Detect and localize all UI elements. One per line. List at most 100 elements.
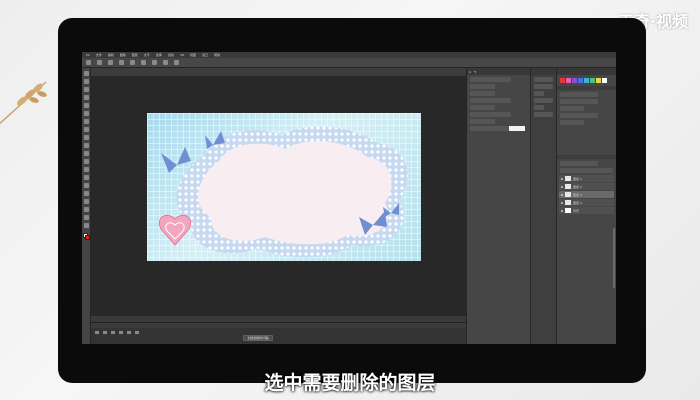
tab-paragraph[interactable]: ¶ <box>474 70 476 74</box>
transform-h-field[interactable] <box>560 99 599 104</box>
auto-select-checkbox[interactable] <box>108 60 113 65</box>
panel-scrollbar[interactable] <box>613 228 615 288</box>
transform-w-field[interactable] <box>560 92 599 97</box>
eraser-tool-icon[interactable] <box>83 151 89 156</box>
pen-tool-icon[interactable] <box>83 183 89 188</box>
library-item[interactable] <box>534 77 553 82</box>
distribute-icon[interactable] <box>152 60 157 65</box>
swatches-panel <box>557 75 616 86</box>
lasso-tool-icon[interactable] <box>83 87 89 92</box>
layer-row-selected[interactable]: 图层 3 <box>559 191 614 198</box>
color-swatch[interactable] <box>590 78 595 83</box>
menu-item[interactable]: 视图 <box>190 53 196 57</box>
library-item[interactable] <box>534 98 553 103</box>
align-icon[interactable] <box>130 60 135 65</box>
tab-character[interactable]: A <box>469 70 471 74</box>
first-frame-icon[interactable] <box>95 331 99 334</box>
color-swatch[interactable] <box>596 78 601 83</box>
transform-angle-field[interactable] <box>560 106 584 111</box>
marquee-tool-icon[interactable] <box>83 79 89 84</box>
layer-row[interactable]: 图层 1 <box>559 175 614 182</box>
library-item[interactable] <box>534 91 544 96</box>
shape-tool-icon[interactable] <box>83 207 89 212</box>
history-brush-tool-icon[interactable] <box>83 143 89 148</box>
play-icon[interactable] <box>111 331 115 334</box>
healing-tool-icon[interactable] <box>83 119 89 124</box>
color-swatch[interactable] <box>602 78 607 83</box>
next-frame-icon[interactable] <box>119 331 123 334</box>
menu-item[interactable]: PS <box>86 53 90 57</box>
layer-thumbnail <box>565 176 571 181</box>
menu-item[interactable]: 选择 <box>156 53 162 57</box>
align-icon[interactable] <box>141 60 146 65</box>
text-color-field[interactable] <box>509 126 525 131</box>
color-swatch[interactable] <box>578 78 583 83</box>
panel-tabs: A ¶ <box>467 68 530 75</box>
anti-alias-field[interactable] <box>470 126 511 131</box>
baseline-field[interactable] <box>470 112 511 117</box>
gradient-tool-icon[interactable] <box>83 159 89 164</box>
blend-mode-select[interactable] <box>560 168 613 173</box>
distribute-icon[interactable] <box>163 60 168 65</box>
align-icon[interactable] <box>119 60 124 65</box>
font-size-field[interactable] <box>470 84 496 89</box>
layer-name: 背景 <box>573 208 580 213</box>
brush-tool-icon[interactable] <box>83 127 89 132</box>
eyedropper-tool-icon[interactable] <box>83 111 89 116</box>
layer-row[interactable]: 图层 2 <box>559 183 614 190</box>
eye-icon[interactable] <box>561 201 563 204</box>
library-item[interactable] <box>534 84 553 89</box>
color-swatch[interactable] <box>572 78 577 83</box>
font-family-field[interactable] <box>470 77 511 82</box>
language-field[interactable] <box>470 119 496 124</box>
zoom-tool-icon[interactable] <box>83 223 89 228</box>
color-swatch[interactable] <box>584 78 589 83</box>
menu-item[interactable]: 图像 <box>120 53 126 57</box>
leading-field[interactable] <box>470 91 496 96</box>
document-tab[interactable] <box>91 68 466 76</box>
home-icon[interactable] <box>86 60 91 65</box>
align-buttons[interactable] <box>560 120 584 125</box>
eye-icon[interactable] <box>561 209 563 212</box>
menu-item[interactable]: 3D <box>180 53 184 57</box>
canvas[interactable] <box>147 113 421 261</box>
menu-item[interactable]: 编辑 <box>108 53 114 57</box>
tracking-field[interactable] <box>470 98 511 103</box>
layer-filter[interactable] <box>560 161 599 166</box>
scale-field[interactable] <box>470 105 496 110</box>
quick-select-tool-icon[interactable] <box>83 95 89 100</box>
menu-item[interactable]: 滤镜 <box>168 53 174 57</box>
menu-item[interactable]: 文件 <box>96 53 102 57</box>
path-select-tool-icon[interactable] <box>83 199 89 204</box>
layer-row[interactable]: 背景 <box>559 207 614 214</box>
settings-icon[interactable] <box>135 331 139 334</box>
menu-item[interactable]: 文字 <box>144 53 150 57</box>
align-buttons[interactable] <box>560 113 599 118</box>
hand-tool-icon[interactable] <box>83 215 89 220</box>
menu-item[interactable]: 图层 <box>132 53 138 57</box>
background-color-swatch[interactable] <box>84 235 90 240</box>
photoshop-window: PS 文件 编辑 图像 图层 文字 选择 滤镜 3D 视图 窗口 帮助 创建视频… <box>82 52 616 344</box>
create-video-timeline-button[interactable]: 创建视频时间轴 <box>243 335 273 341</box>
eye-icon[interactable] <box>561 193 563 196</box>
library-item[interactable] <box>534 105 544 110</box>
move-tool-icon[interactable] <box>83 71 89 76</box>
type-tool-icon[interactable] <box>83 191 89 196</box>
layer-row[interactable]: 图层 4 <box>559 199 614 206</box>
3d-mode-icon[interactable] <box>174 60 179 65</box>
eye-icon[interactable] <box>561 185 563 188</box>
color-swatches[interactable] <box>82 233 90 240</box>
library-item[interactable] <box>534 112 553 117</box>
eye-icon[interactable] <box>561 177 563 180</box>
menu-item[interactable]: 窗口 <box>202 53 208 57</box>
prev-frame-icon[interactable] <box>103 331 107 334</box>
blur-tool-icon[interactable] <box>83 167 89 172</box>
audio-icon[interactable] <box>127 331 131 334</box>
dodge-tool-icon[interactable] <box>83 175 89 180</box>
move-tool-icon[interactable] <box>97 60 102 65</box>
stamp-tool-icon[interactable] <box>83 135 89 140</box>
crop-tool-icon[interactable] <box>83 103 89 108</box>
menu-item[interactable]: 帮助 <box>214 53 220 57</box>
color-swatch[interactable] <box>566 78 571 83</box>
color-swatch[interactable] <box>560 78 565 83</box>
